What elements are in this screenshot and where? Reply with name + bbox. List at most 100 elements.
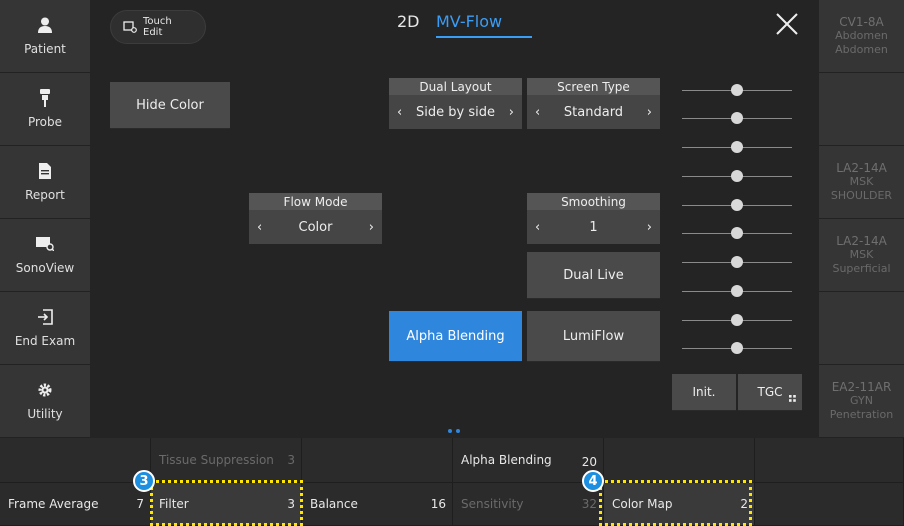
preset-app: Abdomen <box>835 29 888 42</box>
filter-highlight <box>150 480 303 526</box>
chevron-left-icon[interactable]: ‹ <box>535 105 540 120</box>
param-sensitivity[interactable]: Sensitivity 32 <box>453 483 604 526</box>
chevron-right-icon[interactable]: › <box>509 105 514 120</box>
preset-probe: LA2-14A <box>836 161 887 175</box>
preset-name: Superficial <box>832 262 891 275</box>
flow-mode-value: Color <box>298 219 333 235</box>
chevron-left-icon[interactable]: ‹ <box>257 220 262 235</box>
preset-slot[interactable]: CV1-8A Abdomen Abdomen <box>819 0 904 73</box>
chevron-left-icon[interactable]: ‹ <box>535 220 540 235</box>
page-indicator-dot[interactable] <box>448 429 452 433</box>
param-slot-empty <box>302 438 453 483</box>
bottom-parameter-bar: Tissue Suppression 3 Alpha Blending 20 F… <box>0 438 904 526</box>
nav-label: Probe <box>27 115 63 129</box>
tgc-slider-knob[interactable] <box>731 314 743 326</box>
chevron-right-icon[interactable]: › <box>369 220 374 235</box>
chevron-right-icon[interactable]: › <box>647 105 652 120</box>
preset-probe: CV1-8A <box>839 15 884 29</box>
screen-type-label: Screen Type <box>527 78 660 95</box>
dual-layout-value: Side by side <box>416 104 495 120</box>
nav-label: Report <box>25 188 65 202</box>
smoothing-select[interactable]: ‹ 1 › <box>527 210 660 244</box>
tgc-slider-knob[interactable] <box>731 170 743 182</box>
touch-edit-label: Touch <box>143 16 172 27</box>
page-indicator-dot[interactable] <box>456 429 460 433</box>
touch-edit-button[interactable]: Touch Edit <box>110 10 206 44</box>
color-map-highlight <box>599 480 752 526</box>
preset-app: MSK <box>849 248 874 261</box>
param-value: 3 <box>287 453 295 467</box>
nav-label: Utility <box>27 407 63 421</box>
nav-patient[interactable]: Patient <box>0 0 90 73</box>
param-value: 7 <box>136 497 144 511</box>
tgc-slider-knob[interactable] <box>731 112 743 124</box>
nav-end-exam[interactable]: End Exam <box>0 292 90 365</box>
param-name: Frame Average <box>8 497 99 511</box>
alpha-blending-button[interactable]: Alpha Blending <box>389 311 522 361</box>
param-value: 20 <box>581 455 597 469</box>
chevron-right-icon[interactable]: › <box>647 220 652 235</box>
flow-mode-select[interactable]: ‹ Color › <box>249 210 382 244</box>
preset-name: Penetration <box>829 408 894 421</box>
param-alpha-blending[interactable]: Alpha Blending 20 <box>453 438 604 483</box>
init-button[interactable]: Init. <box>672 374 736 410</box>
param-name: Sensitivity <box>461 497 524 511</box>
screen-type-value: Standard <box>563 104 624 120</box>
preset-slot[interactable] <box>819 292 904 365</box>
tgc-slider-knob[interactable] <box>731 256 743 268</box>
nav-label: SonoView <box>15 261 75 275</box>
param-value: 32 <box>581 497 597 511</box>
document-icon <box>36 162 54 180</box>
callout-badge: 4 <box>582 470 604 492</box>
preset-app: GYN <box>850 394 873 407</box>
lumiflow-button[interactable]: LumiFlow <box>527 311 660 361</box>
tgc-slider-knob[interactable] <box>731 342 743 354</box>
param-balance[interactable]: Balance 16 <box>302 483 453 526</box>
callout-badge: 3 <box>133 470 155 492</box>
gear-icon <box>36 381 54 399</box>
dual-live-button[interactable]: Dual Live <box>527 252 660 298</box>
preset-name: Abdomen <box>835 43 888 56</box>
smoothing-value: 1 <box>589 219 598 235</box>
nav-sonoview[interactable]: SonoView <box>0 219 90 292</box>
right-sidebar: CV1-8A Abdomen Abdomen LA2-14A MSK SHOUL… <box>819 0 904 438</box>
preset-slot[interactable]: LA2-14A MSK SHOULDER <box>819 146 904 219</box>
grid-icon <box>789 391 796 405</box>
param-name: Balance <box>310 497 358 511</box>
preset-slot[interactable] <box>819 73 904 146</box>
param-slot-empty <box>0 438 151 483</box>
preset-slot[interactable]: EA2-11AR GYN Penetration <box>819 365 904 438</box>
flow-mode-label: Flow Mode <box>249 193 382 210</box>
dual-layout-select[interactable]: ‹ Side by side › <box>389 95 522 129</box>
chevron-left-icon[interactable]: ‹ <box>397 105 402 120</box>
tgc-button[interactable]: TGC <box>738 374 802 410</box>
nav-utility[interactable]: Utility <box>0 365 90 438</box>
nav-report[interactable]: Report <box>0 146 90 219</box>
param-name: Tissue Suppression <box>159 453 274 467</box>
preset-name: SHOULDER <box>830 189 893 202</box>
tgc-slider-knob[interactable] <box>731 285 743 297</box>
preset-probe: LA2-14A <box>836 234 887 248</box>
tgc-slider-knob[interactable] <box>731 84 743 96</box>
left-sidebar: Patient Probe Report SonoView End Exam U… <box>0 0 90 438</box>
preset-slot[interactable]: LA2-14A MSK Superficial <box>819 219 904 292</box>
edit-icon <box>123 18 137 37</box>
exit-icon <box>36 308 54 326</box>
screen-type-select[interactable]: ‹ Standard › <box>527 95 660 129</box>
tab-mv-flow[interactable]: MV-Flow <box>436 12 532 38</box>
tab-2d[interactable]: 2D <box>397 12 420 31</box>
tgc-slider-knob[interactable] <box>731 141 743 153</box>
smoothing-label: Smoothing <box>527 193 660 210</box>
close-icon[interactable] <box>775 12 799 36</box>
tgc-slider-knob[interactable] <box>731 199 743 211</box>
nav-probe[interactable]: Probe <box>0 73 90 146</box>
param-value: 16 <box>430 497 446 511</box>
tgc-slider-knob[interactable] <box>731 227 743 239</box>
dual-layout-label: Dual Layout <box>389 78 522 95</box>
param-tissue-suppression[interactable]: Tissue Suppression 3 <box>151 438 302 483</box>
param-slot-empty <box>755 483 904 526</box>
hide-color-button[interactable]: Hide Color <box>110 82 230 128</box>
tgc-label: TGC <box>757 385 783 399</box>
param-frame-average[interactable]: Frame Average 7 <box>0 483 151 526</box>
touch-edit-label: Edit <box>143 27 163 38</box>
